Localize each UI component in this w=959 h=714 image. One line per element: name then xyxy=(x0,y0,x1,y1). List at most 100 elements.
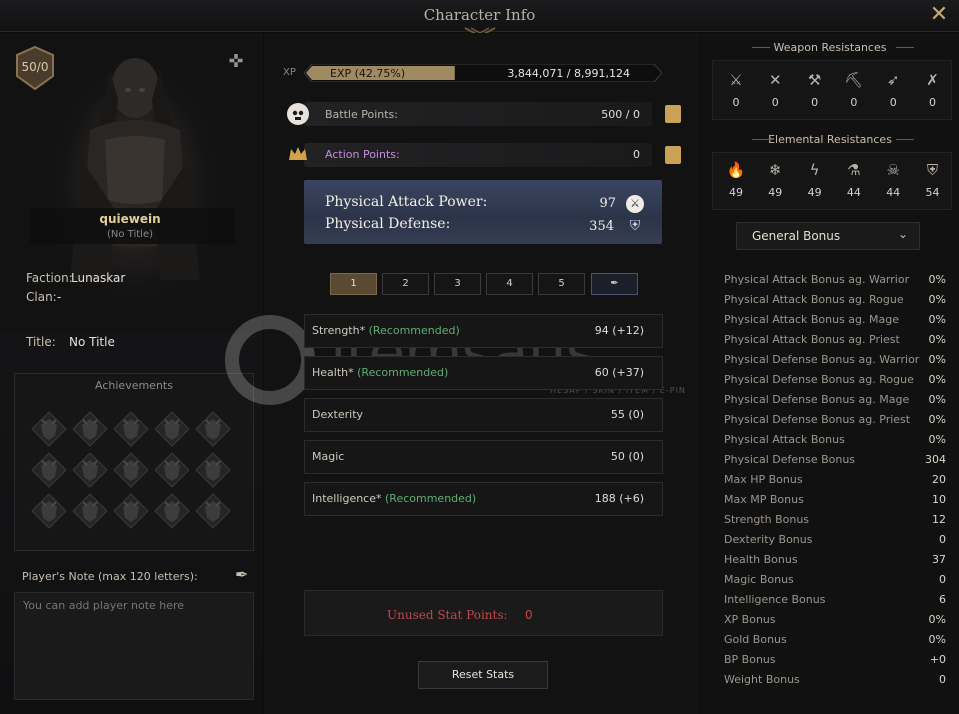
achievement-badge-icon[interactable] xyxy=(30,451,68,489)
bonus-row: Physical Defense Bonus ag. Priest 0% xyxy=(724,410,946,430)
bonus-value: 0 xyxy=(939,533,946,546)
bonus-value: +0 xyxy=(929,653,946,666)
bonus-row: Physical Defense Bonus 304 xyxy=(724,450,946,470)
arrows-icon: ➶ xyxy=(886,71,900,89)
tab-preset-5[interactable]: 5 xyxy=(538,273,585,295)
bonus-name: Physical Defense Bonus ag. Priest xyxy=(724,413,911,426)
stat-row: Intelligence* (Recommended) 188 (+6) xyxy=(304,482,663,516)
action-points-book-icon[interactable] xyxy=(665,146,681,164)
edit-preset-quill-icon[interactable]: ✒ xyxy=(591,273,638,295)
divider xyxy=(752,47,770,48)
bonus-row: Max HP Bonus 20 xyxy=(724,470,946,490)
achievements-grid xyxy=(30,410,240,535)
bonus-name: BP Bonus xyxy=(724,653,776,666)
bonus-value: 0% xyxy=(928,353,946,366)
bonus-name: Dexterity Bonus xyxy=(724,533,813,546)
close-icon[interactable]: ✕ xyxy=(927,3,951,27)
unused-stat-value: 0 xyxy=(525,608,533,622)
bonus-value: 0% xyxy=(928,393,946,406)
tab-preset-2[interactable]: 2 xyxy=(382,273,429,295)
tab-preset-4[interactable]: 4 xyxy=(486,273,533,295)
battle-points-book-icon[interactable] xyxy=(665,105,681,123)
bonus-name: Weight Bonus xyxy=(724,673,800,686)
bonus-row: Physical Attack Bonus ag. Priest 0% xyxy=(724,330,946,350)
resistance-value: 54 xyxy=(925,186,940,199)
bonus-row: Gold Bonus 0% xyxy=(724,630,946,650)
bonus-row: Health Bonus 37 xyxy=(724,550,946,570)
resistance-value: 49 xyxy=(729,186,743,199)
clan-value: - xyxy=(57,290,62,304)
bonus-row: Physical Attack Bonus ag. Mage 0% xyxy=(724,310,946,330)
stat-value: 188 (+6) xyxy=(594,492,644,505)
bonus-list: Physical Attack Bonus ag. Warrior 0% Physi… xyxy=(724,270,946,690)
elemental-res-title: Elemental Resistances xyxy=(768,133,892,146)
player-note-input[interactable] xyxy=(14,592,254,700)
skull-icon xyxy=(287,103,309,125)
physical-attack-label: Physical Attack Power: xyxy=(325,194,488,210)
achievement-badge-icon[interactable] xyxy=(153,410,191,448)
tab-preset-3[interactable]: 3 xyxy=(434,273,481,295)
weapon-res-title: Weapon Resistances xyxy=(773,41,887,54)
bonus-value: 0 xyxy=(939,673,946,686)
reset-stats-button[interactable]: Reset Stats xyxy=(418,661,548,689)
quill-pen-icon[interactable]: ✒ xyxy=(235,565,255,585)
battle-points-label: Battle Points: xyxy=(325,108,398,121)
resistance-value: 0 xyxy=(850,96,858,109)
chevron-down-icon[interactable]: ⌄ xyxy=(898,227,908,241)
stat-name: Intelligence* (Recommended) xyxy=(312,492,477,505)
unused-stat-label: Unused Stat Points: xyxy=(387,608,508,622)
title-label: Title: xyxy=(26,335,56,349)
character-name: quiewein xyxy=(99,212,161,226)
move-cross-icon[interactable]: ✜ xyxy=(226,52,246,72)
resistance-value: 0 xyxy=(732,96,740,109)
hammer-icon: ⚒ xyxy=(807,71,822,89)
achievement-badge-icon[interactable] xyxy=(194,492,232,530)
character-figure xyxy=(70,58,200,280)
curse-icon: ☠ xyxy=(886,161,900,179)
bonus-value: 0% xyxy=(928,413,946,426)
recommended-tag: (Recommended) xyxy=(368,324,460,337)
achievement-badge-icon[interactable] xyxy=(153,492,191,530)
window-title: Character Info xyxy=(423,6,536,24)
crossed-spears-icon: ✗ xyxy=(926,71,939,89)
stat-row: Health* (Recommended) 60 (+37) xyxy=(304,356,663,390)
bonus-name: Physical Defense Bonus ag. Rogue xyxy=(724,373,914,386)
bonus-value: 12 xyxy=(932,513,946,526)
achievement-badge-icon[interactable] xyxy=(194,451,232,489)
resistance-value: 44 xyxy=(846,186,861,199)
bonus-name: Physical Attack Bonus xyxy=(724,433,845,446)
stat-row: Dexterity 55 (0) xyxy=(304,398,663,432)
achievement-badge-icon[interactable] xyxy=(71,451,109,489)
achievement-badge-icon[interactable] xyxy=(112,410,150,448)
bonus-name: Intelligence Bonus xyxy=(724,593,826,606)
bonus-row: Physical Defense Bonus ag. Mage 0% xyxy=(724,390,946,410)
bonus-value: 304 xyxy=(925,453,946,466)
bonus-name: Health Bonus xyxy=(724,553,798,566)
crown-icon xyxy=(287,143,309,165)
divider xyxy=(752,139,770,140)
physical-attack-value: 97 xyxy=(599,196,616,211)
achievement-badge-icon[interactable] xyxy=(194,410,232,448)
achievement-badge-icon[interactable] xyxy=(112,451,150,489)
achievement-badge-icon[interactable] xyxy=(71,492,109,530)
achievement-badge-icon[interactable] xyxy=(30,410,68,448)
action-points-label: Action Points: xyxy=(325,148,400,161)
achievement-badge-icon[interactable] xyxy=(112,492,150,530)
bonus-name: Gold Bonus xyxy=(724,633,787,646)
bonus-row: XP Bonus 0% xyxy=(724,610,946,630)
faction-value: Lunaskar xyxy=(71,271,126,285)
resistance-value: 44 xyxy=(886,186,901,199)
bonus-value: 10 xyxy=(932,493,946,506)
achievement-badge-icon[interactable] xyxy=(153,451,191,489)
achievement-badge-icon[interactable] xyxy=(30,492,68,530)
physical-defense-label: Physical Defense: xyxy=(325,216,451,232)
stat-row: Magic 50 (0) xyxy=(304,440,663,474)
bonus-name: Physical Attack Bonus ag. Priest xyxy=(724,333,900,346)
tab-preset-1[interactable]: 1 xyxy=(330,273,377,295)
bonus-name: Physical Defense Bonus ag. Mage xyxy=(724,393,910,406)
poison-icon: ⚗ xyxy=(847,161,861,179)
bonus-name: Max MP Bonus xyxy=(724,493,804,506)
resistance-value: 49 xyxy=(768,186,783,199)
achievement-badge-icon[interactable] xyxy=(71,410,109,448)
bonus-value: 6 xyxy=(939,593,946,606)
